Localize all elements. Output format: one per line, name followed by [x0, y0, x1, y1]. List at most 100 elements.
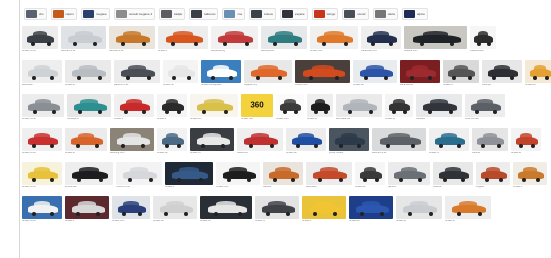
image-result-thumbnail[interactable]	[388, 162, 430, 185]
image-result-thumbnail[interactable]	[476, 162, 510, 185]
result-source-caption[interactable]: renault.de	[353, 84, 397, 89]
result-source-caption[interactable]: carsales	[416, 118, 462, 123]
image-result-thumbnail[interactable]	[65, 196, 109, 219]
result-source-caption[interactable]: renault.pt	[307, 118, 333, 123]
result-source-caption[interactable]: renault.co.uk	[22, 186, 62, 191]
result-source-caption[interactable]: wikipedia.org	[211, 50, 258, 55]
result-source-caption[interactable]: renault.ch	[190, 152, 234, 157]
result-source-caption[interactable]: renault.es	[525, 84, 551, 89]
image-result-thumbnail[interactable]	[385, 94, 413, 117]
related-search-chip[interactable]: twingo	[311, 8, 339, 20]
image-result-thumbnail[interactable]	[372, 128, 426, 151]
result-source-caption[interactable]: honestjohn	[67, 118, 111, 123]
image-result-thumbnail[interactable]	[22, 196, 62, 219]
result-source-caption[interactable]: renault 360	[241, 118, 273, 123]
result-source-caption[interactable]: renault.fr	[165, 186, 213, 191]
image-result-thumbnail[interactable]	[433, 162, 473, 185]
image-result-thumbnail[interactable]	[307, 94, 333, 117]
image-result-thumbnail[interactable]	[22, 60, 62, 83]
image-result-thumbnail[interactable]	[190, 128, 234, 151]
image-result-thumbnail[interactable]	[465, 94, 505, 117]
result-source-caption[interactable]: renault.pt	[396, 220, 442, 225]
result-source-caption[interactable]: renault.com	[310, 50, 358, 55]
result-source-caption[interactable]: renault.com	[216, 186, 260, 191]
result-source-caption[interactable]: motor1.com	[295, 84, 350, 89]
result-source-caption[interactable]: topgear.com	[244, 84, 292, 89]
image-result-thumbnail[interactable]	[310, 26, 358, 49]
result-source-caption[interactable]: caranddriver	[400, 84, 440, 89]
result-source-caption[interactable]: renault.de	[153, 220, 197, 225]
result-source-caption[interactable]: autotrader	[22, 84, 62, 89]
image-result-thumbnail[interactable]	[511, 128, 541, 151]
result-source-caption[interactable]: motors.co.uk	[116, 186, 162, 191]
result-source-caption[interactable]: renault.it	[302, 220, 346, 225]
result-source-caption[interactable]: auto-data.net	[336, 118, 382, 123]
image-result-thumbnail[interactable]	[165, 162, 213, 185]
image-result-thumbnail[interactable]	[157, 128, 187, 151]
result-source-caption[interactable]: renault.ie	[65, 84, 111, 89]
result-source-caption[interactable]: renault.es	[349, 220, 393, 225]
result-source-caption[interactable]: renault-configurator	[201, 84, 241, 89]
result-source-caption[interactable]: parkers.co.uk	[114, 84, 160, 89]
result-source-caption[interactable]: renault.be	[163, 84, 198, 89]
related-search-chip[interactable]: zoe	[222, 8, 246, 20]
image-result-thumbnail[interactable]	[261, 26, 307, 49]
result-source-caption[interactable]: carbuyer	[482, 84, 522, 89]
image-result-thumbnail[interactable]	[400, 60, 440, 83]
result-source-caption[interactable]: renault.pl	[385, 118, 413, 123]
result-source-caption[interactable]: renault.fr	[65, 220, 109, 225]
result-source-caption[interactable]: whatcar	[433, 186, 473, 191]
image-result-thumbnail[interactable]	[163, 60, 198, 83]
related-search-chip[interactable]: captur	[50, 8, 77, 20]
result-source-caption[interactable]: renault.co.uk	[22, 118, 64, 123]
image-result-thumbnail[interactable]: 360	[241, 94, 273, 117]
related-search-chip[interactable]: espace	[279, 8, 308, 20]
image-result-thumbnail[interactable]	[22, 162, 62, 185]
result-source-caption[interactable]: renault.ie	[445, 220, 491, 225]
image-result-thumbnail[interactable]	[302, 196, 346, 219]
image-result-thumbnail[interactable]	[22, 128, 62, 151]
result-source-caption[interactable]: autocar.co.uk	[372, 152, 426, 157]
result-source-caption[interactable]: renault.ie	[65, 152, 107, 157]
image-result-thumbnail[interactable]	[114, 60, 160, 83]
image-result-thumbnail[interactable]	[67, 94, 111, 117]
image-result-thumbnail[interactable]	[109, 26, 155, 49]
result-source-caption[interactable]: autotrader	[306, 186, 352, 191]
result-source-caption[interactable]: autocar.co.uk	[61, 50, 106, 55]
image-result-thumbnail[interactable]	[112, 196, 150, 219]
image-result-thumbnail[interactable]	[263, 162, 303, 185]
image-result-thumbnail[interactable]	[190, 94, 238, 117]
result-source-caption[interactable]: whatcar.com	[404, 50, 467, 55]
result-source-caption[interactable]: caradisiac.com	[361, 50, 401, 55]
result-source-caption[interactable]: renault.com	[112, 220, 150, 225]
related-search-chip[interactable]: clio	[24, 8, 47, 20]
result-source-caption[interactable]: renault.be	[157, 152, 187, 157]
image-result-thumbnail[interactable]	[349, 196, 393, 219]
image-result-thumbnail[interactable]	[116, 162, 162, 185]
result-source-caption[interactable]: newsroom	[237, 152, 283, 157]
image-result-thumbnail[interactable]	[306, 162, 352, 185]
result-source-caption[interactable]: renault.co.uk	[22, 152, 62, 157]
image-result-thumbnail[interactable]	[286, 128, 326, 151]
image-result-thumbnail[interactable]	[216, 162, 260, 185]
image-result-thumbnail[interactable]	[158, 26, 208, 49]
image-result-thumbnail[interactable]	[157, 94, 187, 117]
image-result-thumbnail[interactable]	[470, 26, 496, 49]
result-source-caption[interactable]: autoexpress	[261, 50, 307, 55]
result-source-caption[interactable]: renault.co.uk	[22, 220, 62, 225]
image-result-thumbnail[interactable]	[201, 60, 241, 83]
image-result-thumbnail[interactable]	[61, 26, 106, 49]
image-result-thumbnail[interactable]	[355, 162, 385, 185]
image-result-thumbnail[interactable]	[329, 128, 369, 151]
result-source-caption[interactable]: renault.es	[355, 186, 385, 191]
image-result-thumbnail[interactable]	[110, 128, 154, 151]
result-source-caption[interactable]: renault.nl	[255, 220, 299, 225]
image-result-thumbnail[interactable]	[396, 196, 442, 219]
result-source-caption[interactable]: renault.com	[276, 118, 304, 123]
image-result-thumbnail[interactable]	[416, 94, 462, 117]
image-result-thumbnail[interactable]	[429, 128, 469, 151]
result-source-caption[interactable]: renault.nl	[443, 84, 479, 89]
result-source-caption[interactable]: tradecarview	[470, 50, 496, 55]
image-result-thumbnail[interactable]	[65, 60, 111, 83]
related-search-chip[interactable]: koleos	[249, 8, 276, 20]
